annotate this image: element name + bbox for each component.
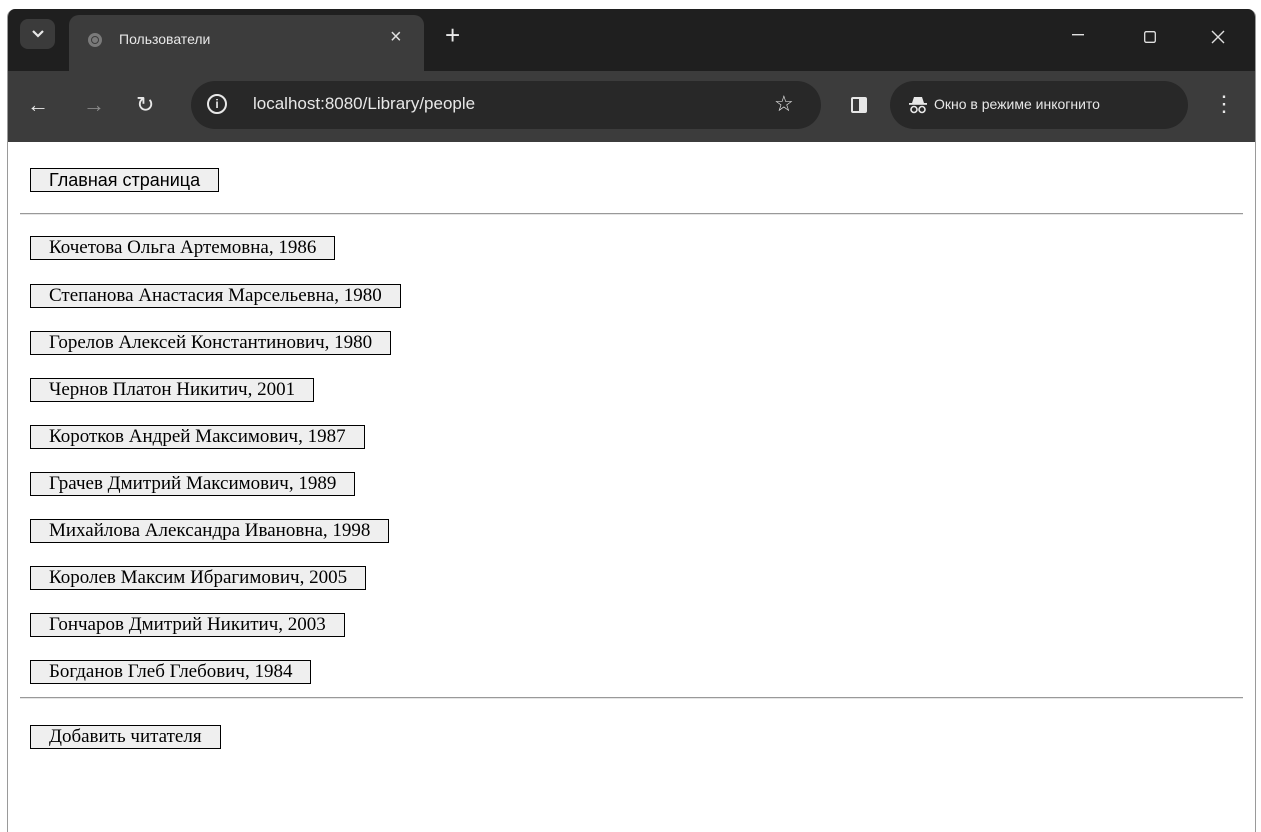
chevron-down-icon xyxy=(31,30,44,38)
person-link[interactable]: Горелов Алексей Константинович, 1980 xyxy=(30,331,392,355)
arrow-left-icon[interactable]: ← xyxy=(27,94,49,116)
incognito-icon xyxy=(909,97,927,114)
incognito-label: Окно в режиме инкогнито xyxy=(934,96,1100,112)
kebab-menu-icon[interactable]: ⋮ xyxy=(1213,93,1235,115)
close-icon[interactable]: × xyxy=(390,27,402,47)
address-bar[interactable]: i localhost:8080/Library/people ☆ xyxy=(191,81,821,129)
plus-icon[interactable]: + xyxy=(445,22,460,48)
globe-icon xyxy=(88,33,102,47)
tab-search-button[interactable] xyxy=(20,19,55,49)
side-panel-icon[interactable] xyxy=(851,97,867,113)
reload-icon[interactable]: ↻ xyxy=(136,94,154,116)
person-link[interactable]: Грачев Дмитрий Максимович, 1989 xyxy=(30,472,356,496)
close-window-icon[interactable] xyxy=(1211,30,1225,44)
maximize-icon[interactable] xyxy=(1144,31,1156,43)
minimize-icon[interactable] xyxy=(1072,34,1084,36)
star-icon[interactable]: ☆ xyxy=(774,91,794,117)
person-link[interactable]: Степанова Анастасия Марсельевна, 1980 xyxy=(30,284,401,308)
person-link[interactable]: Богданов Глеб Глебович, 1984 xyxy=(30,660,312,684)
person-link[interactable]: Коротков Андрей Максимович, 1987 xyxy=(30,425,365,449)
person-link[interactable]: Михайлова Александра Ивановна, 1998 xyxy=(30,519,390,543)
tab-title: Пользователи xyxy=(119,31,211,47)
browser-window: Пользователи × + ← → ↻ i localhost:8080/… xyxy=(7,9,1256,832)
add-reader-button[interactable]: Добавить читателя xyxy=(30,725,221,749)
page-content: Главная страница Кочетова Ольга Артемовн… xyxy=(8,142,1255,832)
arrow-right-icon[interactable]: → xyxy=(83,94,105,116)
person-link[interactable]: Гончаров Дмитрий Никитич, 2003 xyxy=(30,613,345,637)
person-link[interactable]: Чернов Платон Никитич, 2001 xyxy=(30,378,315,402)
person-link[interactable]: Королев Максим Ибрагимович, 2005 xyxy=(30,566,367,590)
home-page-button[interactable]: Главная страница xyxy=(30,168,220,192)
divider xyxy=(20,213,1243,215)
browser-toolbar: ← → ↻ i localhost:8080/Library/people ☆ … xyxy=(8,71,1255,142)
tab-active[interactable]: Пользователи × xyxy=(69,15,424,71)
incognito-indicator[interactable]: Окно в режиме инкогнито xyxy=(890,81,1188,129)
divider xyxy=(20,697,1243,699)
tab-bar: Пользователи × + xyxy=(8,9,1255,71)
person-link[interactable]: Кочетова Ольга Артемовна, 1986 xyxy=(30,236,336,260)
url-text[interactable]: localhost:8080/Library/people xyxy=(253,94,475,114)
info-icon[interactable]: i xyxy=(207,94,227,114)
